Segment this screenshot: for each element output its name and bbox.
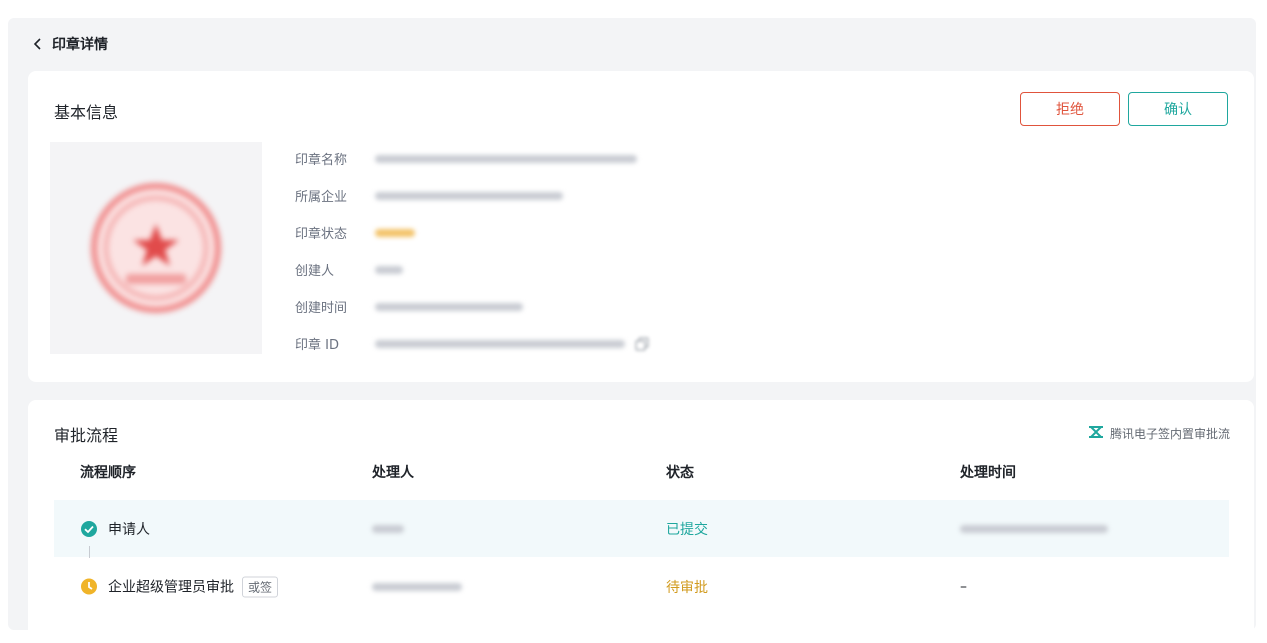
approval-table-header: 流程顺序 处理人 状态 处理时间 <box>28 462 1254 482</box>
field-created-time: 创建时间 <box>295 288 649 325</box>
confirm-button[interactable]: 确认 <box>1128 92 1228 126</box>
step-cell: 企业超级管理员审批 或签 <box>80 576 279 597</box>
workflow-icon <box>1088 425 1104 442</box>
status-text: 待审批 <box>666 579 708 596</box>
redacted-time <box>960 524 1108 533</box>
field-label: 印章 ID <box>295 338 339 353</box>
builtin-approval-link[interactable]: 腾讯电子签内置审批流 <box>1088 425 1230 442</box>
column-header: 处理人 <box>372 465 414 481</box>
field-seal-name: 印章名称 <box>295 140 649 177</box>
column-header: 处理时间 <box>960 465 1016 481</box>
basic-info-title: 基本信息 <box>54 103 119 122</box>
seal-image <box>50 142 262 354</box>
redacted-value <box>375 339 625 348</box>
field-company: 所属企业 <box>295 177 649 214</box>
field-seal-status: 印章状态 <box>295 214 649 251</box>
chevron-left-icon[interactable] <box>30 36 46 52</box>
column-header: 流程顺序 <box>80 465 136 481</box>
step-name: 企业超级管理员审批 <box>108 579 234 596</box>
field-label: 创建人 <box>295 264 335 279</box>
status-text: 已提交 <box>666 521 708 538</box>
page-container: 印章详情 基本信息 拒绝 确认 印章名称 所属企业 印章状态 创建人 创建时间 … <box>8 18 1256 630</box>
redacted-value <box>375 302 523 311</box>
redacted-value <box>375 154 637 163</box>
step-name: 申请人 <box>108 521 150 538</box>
redacted-value <box>375 228 415 237</box>
or-sign-badge: 或签 <box>242 576 279 597</box>
redacted-value <box>375 265 403 274</box>
page-header: 印章详情 <box>8 18 1256 70</box>
field-creator: 创建人 <box>295 251 649 288</box>
step-cell: 申请人 <box>80 519 150 539</box>
seal-graphic <box>91 183 221 313</box>
table-row: 企业超级管理员审批 或签 待审批 – <box>54 558 1229 615</box>
page-title: 印章详情 <box>52 37 108 53</box>
field-label: 印章状态 <box>295 227 348 242</box>
clock-icon <box>80 578 98 596</box>
check-circle-icon <box>80 520 98 538</box>
redacted-handler <box>372 524 404 533</box>
redacted-handler <box>372 582 462 591</box>
reject-button[interactable]: 拒绝 <box>1020 92 1120 126</box>
copy-icon[interactable] <box>635 336 649 351</box>
field-label: 印章名称 <box>295 153 348 168</box>
field-label: 创建时间 <box>295 301 348 316</box>
seal-fields: 印章名称 所属企业 印章状态 创建人 创建时间 印章 ID <box>295 140 649 362</box>
redacted-value <box>375 191 563 200</box>
process-time: – <box>960 578 967 595</box>
table-row: 申请人 已提交 <box>54 500 1229 557</box>
column-header: 状态 <box>666 465 694 481</box>
basic-info-card: 基本信息 拒绝 确认 印章名称 所属企业 印章状态 创建人 创建时间 印章 ID <box>28 71 1254 382</box>
approval-flow-card: 审批流程 腾讯电子签内置审批流 流程顺序 处理人 状态 处理时间 申请人 已提交 <box>28 400 1254 630</box>
field-seal-id: 印章 ID <box>295 325 649 362</box>
field-label: 所属企业 <box>295 190 348 205</box>
builtin-approval-link-label: 腾讯电子签内置审批流 <box>1109 427 1230 441</box>
approval-flow-title: 审批流程 <box>54 426 119 445</box>
